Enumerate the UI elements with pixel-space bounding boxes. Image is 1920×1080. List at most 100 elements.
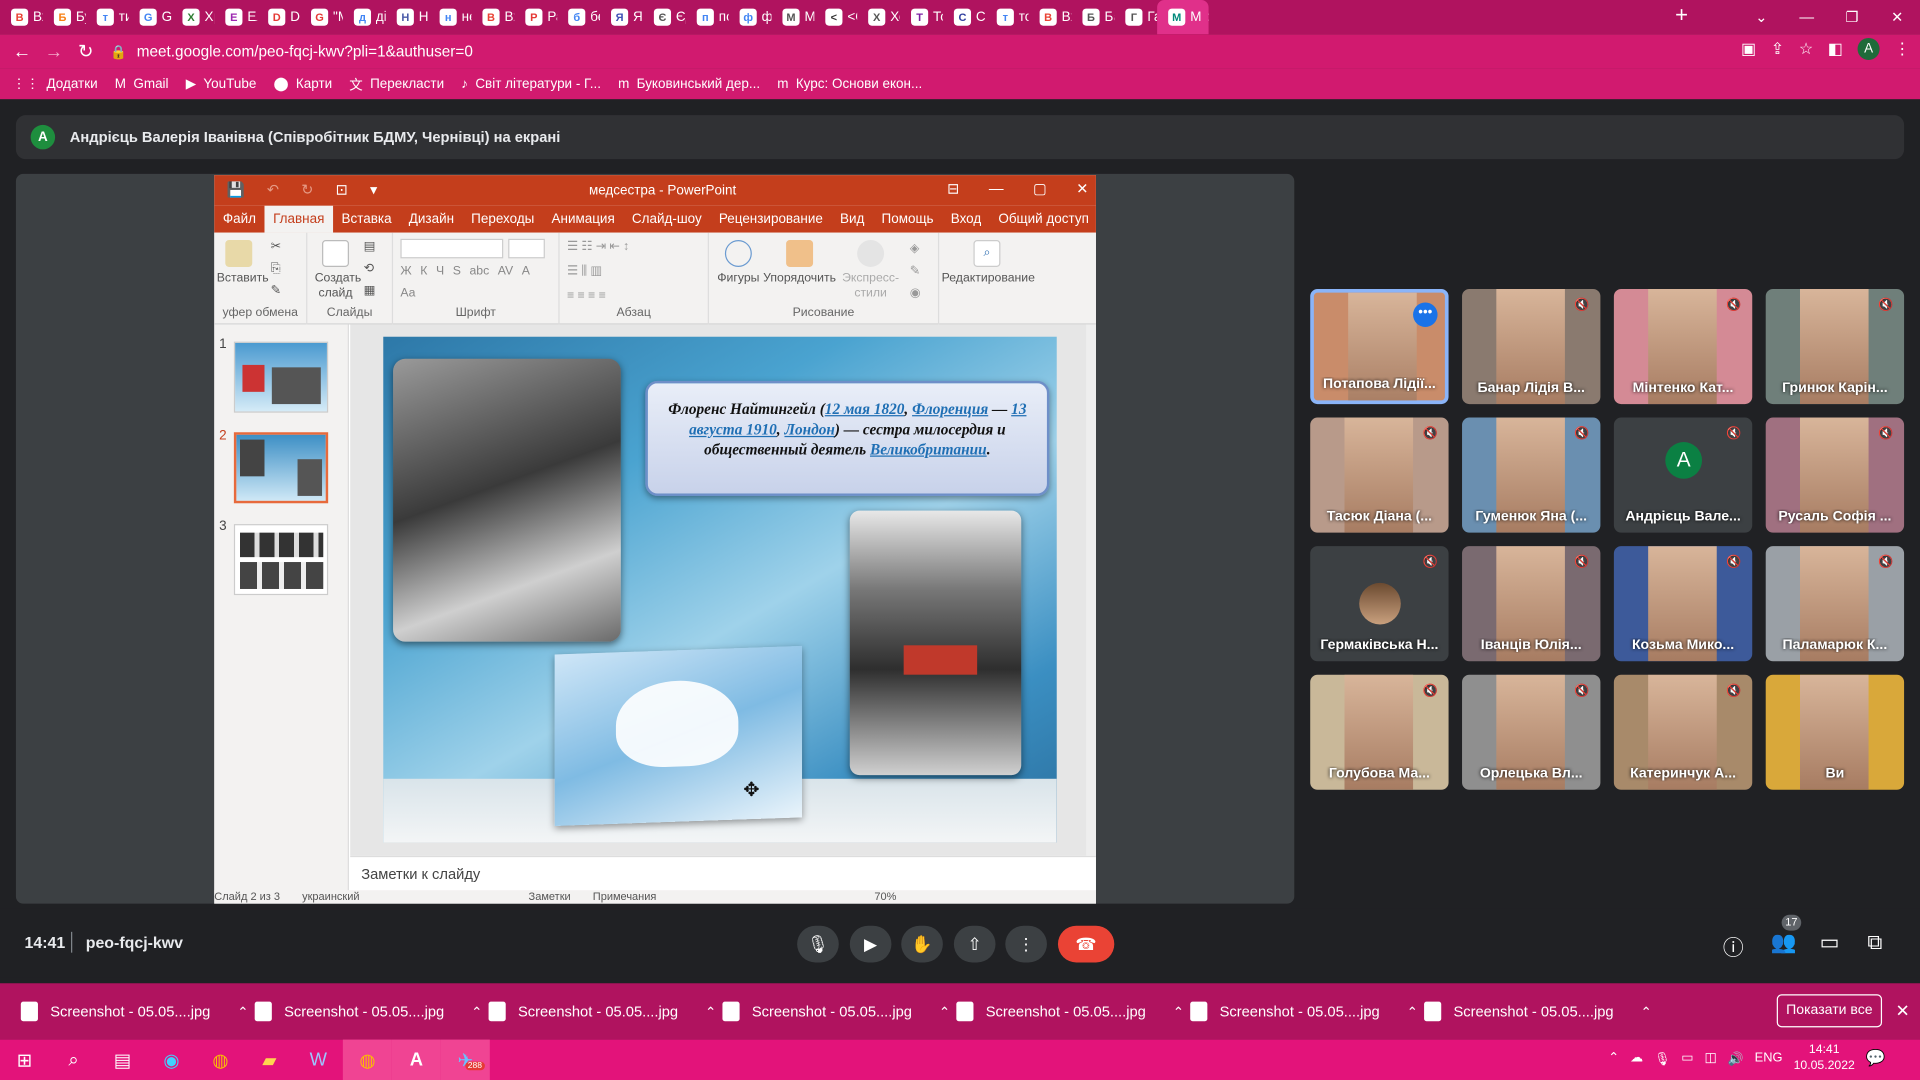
ppt-close-button[interactable]: ✕ [1076,180,1088,197]
browser-tab[interactable]: РРа [514,0,557,34]
participant-tile[interactable]: 🔇 Мінтенко Кат... [1613,288,1753,405]
forward-button[interactable]: → [38,41,70,62]
download-item[interactable]: Screenshot - 05.05....jpg ⌃ [956,983,1184,1039]
ppt-maximize-button[interactable]: ▢ [1033,180,1047,197]
battery-icon[interactable]: ▭ [1681,1051,1693,1066]
search-icon[interactable]: ⌕ [49,1040,98,1080]
bookmark-item[interactable]: ♪ Світ літератури - Г... [461,77,601,92]
participant-tile[interactable]: 🔇 Тасюк Діана (... [1310,417,1449,533]
browser-tab[interactable]: ББук [43,0,86,34]
tray-mic-icon[interactable]: 🎙 [1654,1050,1670,1066]
present-icon[interactable]: ⊡ [336,181,348,198]
new-tab-button[interactable]: + [1675,2,1688,28]
bookmark-item[interactable]: ▶ YouTube [186,76,257,92]
participant-tile[interactable]: A 🔇 Андрієць Вале... [1613,417,1753,533]
status-comments-button[interactable]: Примечания [593,890,657,903]
browser-tab[interactable]: ННа [386,0,429,34]
browser-tab[interactable]: ХХр [171,0,214,34]
slide-scrollbar[interactable] [1086,324,1096,856]
bookmark-item[interactable]: m Буковинський дер... [618,77,760,92]
chevron-up-icon[interactable]: ⌃ [939,1003,950,1020]
participant-tile[interactable]: 🔇 Паламарюк К... [1765,546,1905,662]
layout-icon[interactable]: ▤ [364,240,376,255]
paste-button[interactable]: Вставить [217,240,269,287]
bookmark-star-icon[interactable]: ☆ [1799,39,1813,59]
ppt-tab[interactable]: Вставка [333,206,400,233]
tile-more-options-icon[interactable]: ••• [1413,302,1438,327]
bookmark-item[interactable]: m Курс: Основи екон... [777,77,922,92]
shapes-button[interactable]: Фигуры [716,240,760,287]
restore-button[interactable]: ❐ [1829,9,1874,26]
reset-icon[interactable]: ⟲ [364,262,374,277]
telegram-icon[interactable]: ✈ 288 [440,1039,490,1080]
browser-tab[interactable]: В Вхі [0,0,43,34]
fill-icon[interactable]: ◈ [910,242,919,257]
chevron-up-icon[interactable]: ⌃ [1407,1003,1418,1020]
participant-tile[interactable]: 🔇 Голубова Ма... [1310,674,1449,790]
volume-icon[interactable]: 🔊 [1728,1050,1744,1066]
download-item[interactable]: Screenshot - 05.05....jpg ⌃ [254,983,482,1039]
participant-tile[interactable]: 🔇 Гермаківська Н... [1310,546,1449,662]
browser-tab[interactable]: Г Гас [1114,0,1157,34]
font-format-button[interactable]: abc [469,264,489,277]
bookmark-item[interactable]: M Gmail [115,77,169,92]
tray-chevron-icon[interactable]: ⌃ [1608,1051,1619,1066]
close-window-button[interactable]: ✕ [1875,9,1920,26]
browser-tab[interactable]: ддіа [343,0,386,34]
cut-icon[interactable]: ✂ [271,240,281,255]
ppt-tab[interactable]: Главная [264,205,333,233]
browser-tab[interactable]: ЄЄд [643,0,686,34]
meeting-info-icon[interactable]: ⓘ [1723,931,1744,962]
columns-icon[interactable]: ☰ ⫼ ▥ [567,264,602,279]
font-format-button[interactable]: Ж [400,264,411,277]
participant-tile[interactable]: 🔇 Орлецька Вл... [1462,674,1601,790]
profile-avatar[interactable]: A [1857,37,1880,61]
participant-tile[interactable]: 🔇 Гринюк Карін... [1765,288,1905,405]
notes-pane[interactable]: Заметки к слайду [350,855,1096,891]
participant-tile[interactable]: 🔇 Катеринчук А... [1613,674,1753,790]
browser-tab[interactable]: ССпі [943,0,986,34]
bookmark-item[interactable]: ⋮⋮ Додатки [12,76,97,92]
browser-tab[interactable]: GGo [129,0,171,34]
save-icon[interactable]: 💾 [227,181,245,198]
ppt-tab[interactable]: Помощь [873,206,942,233]
browser-tab[interactable]: М Ме [771,0,814,34]
chevron-up-icon[interactable]: ⌃ [1173,1003,1184,1020]
browser-tab[interactable]: ффе [729,0,771,34]
more-options-button[interactable]: ⋮ [1005,925,1047,963]
country-link[interactable]: Великобритании [870,441,987,458]
chrome-profile-icon[interactable]: ◍ [196,1040,245,1080]
browser-tab[interactable]: В Вхі [1029,0,1071,34]
browser-tab[interactable]: ММ✕ [1157,0,1209,35]
task-view-icon[interactable]: ▤ [98,1040,147,1080]
participant-tile[interactable]: 🔇 Гуменюк Яна (... [1462,417,1601,533]
bookmark-item[interactable]: ⬤ Карти [274,76,333,92]
font-format-button[interactable]: S [453,264,461,277]
reload-button[interactable]: ↻ [70,40,102,63]
camera-icon[interactable]: ▣ [1741,39,1756,59]
participant-tile[interactable]: ••• Потапова Лідії... [1310,288,1449,405]
chevron-up-icon[interactable]: ⌃ [705,1003,716,1020]
browser-tab[interactable]: G"M [300,0,343,34]
browser-tab[interactable]: DDo [257,0,300,34]
arrange-button[interactable]: Упорядочить [763,240,836,287]
browser-tab[interactable]: ппо [686,0,729,34]
present-screen-button[interactable]: ⇧ [953,925,996,963]
outline-icon[interactable]: ✎ [910,264,920,279]
input-language[interactable]: ENG [1755,1051,1783,1066]
edge-icon[interactable]: ◉ [147,1040,196,1080]
editing-button[interactable]: ⌕ Редактирование [942,240,1035,287]
download-item[interactable]: Screenshot - 05.05....jpg ⌃ [1424,983,1652,1039]
font-format-button[interactable]: Ч [436,264,444,277]
browser-tab[interactable]: Е Еле [214,0,257,34]
undo-icon[interactable]: ↶ [267,181,279,198]
font-size-input[interactable] [508,238,545,259]
ppt-tab[interactable]: Общий доступ [990,206,1098,233]
mic-button[interactable]: 🎙 [797,925,839,963]
browser-tab[interactable]: ттир [86,0,129,34]
format-painter-icon[interactable]: ✎ [271,284,281,299]
download-item[interactable]: Screenshot - 05.05....jpg ⌃ [1190,983,1418,1039]
chrome-icon[interactable]: ◍ [342,1039,392,1080]
redo-icon[interactable]: ↻ [301,181,313,198]
ppt-tab[interactable]: Переходы [463,206,543,233]
